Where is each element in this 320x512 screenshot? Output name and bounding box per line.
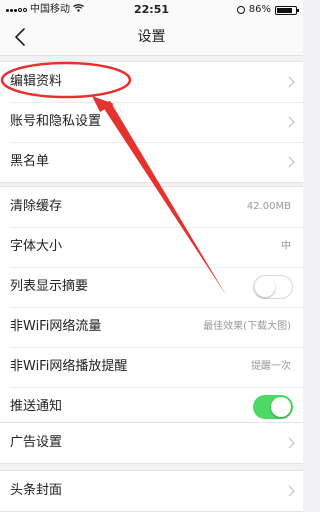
settings-row-blacklist[interactable]: 黑名单 (0, 142, 303, 182)
list-summary-toggle[interactable] (253, 275, 293, 299)
settings-row-font-size[interactable]: 字体大小 中 (0, 227, 303, 267)
settings-group-account: 编辑资料 账号和隐私设置 黑名单 (0, 61, 303, 183)
row-label: 非WiFi网络播放提醒 (10, 359, 128, 374)
settings-group-cover: 头条封面 (0, 470, 303, 512)
settings-row-account-privacy[interactable]: 账号和隐私设置 (0, 102, 303, 142)
battery-icon (275, 5, 299, 15)
row-label: 账号和隐私设置 (10, 114, 102, 129)
chevron-right-icon (288, 156, 295, 168)
settings-row-nonwifi-playback[interactable]: 非WiFi网络播放提醒 提醒一次 (0, 347, 303, 387)
status-bar: 中国移动 22:51 86% (0, 0, 303, 20)
row-label: 头条封面 (10, 483, 63, 498)
row-label: 字体大小 (10, 239, 63, 254)
toggle-knob (271, 397, 291, 417)
row-label: 编辑资料 (10, 74, 63, 89)
cache-size-value: 42.00MB (246, 201, 291, 212)
chevron-right-icon (288, 116, 295, 128)
chevron-right-icon (288, 76, 295, 88)
settings-row-clear-cache[interactable]: 清除缓存 42.00MB (0, 187, 303, 227)
settings-row-edit-profile[interactable]: 编辑资料 (0, 62, 303, 102)
row-label: 非WiFi网络流量 (10, 319, 102, 334)
row-label: 清除缓存 (10, 199, 63, 214)
push-notifications-toggle[interactable] (253, 395, 293, 419)
settings-row-nonwifi-traffic[interactable]: 非WiFi网络流量 最佳效果(下载大图) (0, 307, 303, 347)
chevron-right-icon (288, 437, 295, 449)
nonwifi-traffic-value: 最佳效果(下载大图) (203, 321, 291, 332)
settings-group-general: 清除缓存 42.00MB 字体大小 中 列表显示摘要 非WiFi网络流量 最佳效… (0, 186, 303, 428)
settings-row-headline-cover[interactable]: 头条封面 (0, 471, 303, 511)
settings-row-push-notifications: 推送通知 (0, 387, 303, 427)
row-label: 列表显示摘要 (10, 279, 89, 294)
status-right: 86% (236, 0, 299, 20)
rotation-lock-icon (236, 6, 245, 14)
font-size-value: 中 (281, 241, 291, 252)
battery-percent: 86% (248, 4, 271, 15)
settings-row-ad-settings[interactable]: 广告设置 (0, 423, 303, 463)
settings-group-ads: 广告设置 (0, 422, 303, 464)
settings-row-list-summary: 列表显示摘要 (0, 267, 303, 307)
toggle-knob (255, 277, 275, 297)
navigation-bar: 设置 (0, 20, 303, 56)
chevron-right-icon (288, 485, 295, 497)
battery-fill (277, 7, 292, 13)
nonwifi-playback-value: 提醒一次 (251, 361, 291, 372)
row-label: 推送通知 (10, 399, 63, 414)
page-title: 设置 (137, 29, 166, 45)
row-label: 广告设置 (10, 435, 63, 450)
row-label: 黑名单 (10, 154, 50, 169)
